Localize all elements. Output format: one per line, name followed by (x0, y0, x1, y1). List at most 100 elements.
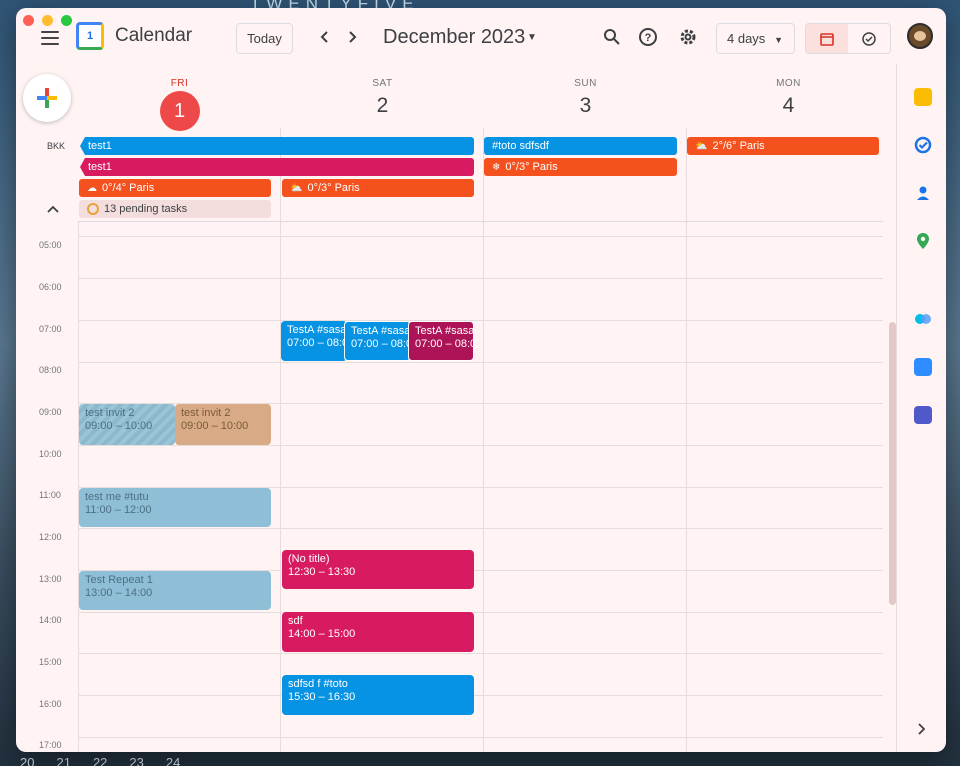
weather-event[interactable]: ❄ 0°/3° Paris (484, 158, 677, 176)
teams-icon[interactable] (914, 406, 932, 424)
collapse-all-day-button[interactable] (47, 204, 59, 216)
time-grid[interactable]: 05:00 06:00 07:00 08:00 09:00 10:00 11:0… (16, 222, 896, 752)
event-time: 07:00 – 08:00 (415, 338, 473, 350)
hour-line (78, 737, 883, 738)
event-time: 15:30 – 16:30 (288, 691, 356, 703)
all-day-event[interactable]: test1 (80, 137, 474, 155)
expand-side-panel-button[interactable] (917, 722, 927, 738)
caret-down-icon: ▼ (774, 35, 783, 45)
contacts-icon[interactable] (914, 184, 932, 202)
calendar-event[interactable]: (No title) 12:30 – 13:30 (282, 550, 474, 589)
calendar-event[interactable]: TestA #sasa 07:00 – 08:00 (281, 321, 347, 361)
webex-icon[interactable] (914, 310, 932, 328)
help-icon: ? (639, 28, 657, 46)
day-of-week: FRI (170, 78, 189, 89)
view-selector[interactable]: 4 days ▼ (716, 23, 795, 54)
desktop-number: 20 (20, 755, 35, 766)
account-avatar[interactable] (907, 23, 933, 49)
next-period-button[interactable] (342, 27, 362, 47)
calendar-event[interactable]: test me #tutu 11:00 – 12:00 (79, 488, 271, 527)
event-title: test invit 2 (85, 407, 135, 419)
calendar-logo-icon: 1 (76, 22, 104, 50)
tasks-icon[interactable] (914, 136, 932, 154)
weather-text: 2°/6° Paris (712, 140, 765, 152)
all-day-event[interactable]: test1 (80, 158, 474, 176)
desktop-number: 21 (56, 755, 71, 766)
day-header-fri[interactable]: FRI 1 (78, 78, 281, 131)
hour-line (78, 278, 883, 279)
main-menu-button[interactable] (41, 31, 59, 45)
calendar-icon (820, 32, 834, 46)
hour-label: 10:00 (39, 449, 62, 459)
search-button[interactable] (600, 25, 624, 49)
calendar-mode-button[interactable] (806, 24, 848, 53)
settings-button[interactable] (676, 25, 700, 49)
day-header-sun[interactable]: SUN 3 (484, 78, 687, 118)
grid-scrollbar[interactable] (889, 322, 896, 605)
tasks-mode-button[interactable] (848, 24, 890, 53)
top-bar: 1 Calendar Today December 2023 ▼ ? 4 day… (16, 8, 946, 64)
calendar-event[interactable]: TestA #sasa 07:00 – 08:00 (408, 321, 474, 361)
hour-line (78, 653, 883, 654)
event-title: TestA #sasa (415, 325, 474, 337)
hour-label: 11:00 (39, 490, 61, 500)
plus-icon (37, 88, 57, 108)
hour-label: 13:00 (39, 574, 62, 584)
all-day-event[interactable]: #toto sdfsdf (484, 137, 677, 155)
event-time: 13:00 – 14:00 (85, 587, 153, 599)
event-title: (No title) (288, 553, 330, 565)
event-time: 14:00 – 15:00 (288, 628, 356, 640)
calendar-event[interactable]: test invit 2 09:00 – 10:00 (79, 404, 175, 445)
weather-text: 0°/3° Paris (307, 182, 360, 194)
maps-icon[interactable] (914, 232, 932, 250)
event-title: sdf (288, 615, 303, 627)
day-number[interactable]: 1 (159, 91, 200, 131)
day-of-week: MON (776, 78, 801, 89)
hour-label: 16:00 (39, 699, 62, 709)
day-header-sat[interactable]: SAT 2 (281, 78, 484, 118)
caret-down-icon[interactable]: ▼ (527, 32, 537, 43)
create-event-button[interactable] (23, 74, 71, 122)
snowflake-icon: ❄ (492, 161, 501, 173)
event-title: #toto sdfsdf (492, 140, 549, 152)
previous-period-button[interactable] (315, 27, 335, 47)
event-title: TestA #sasa (287, 324, 347, 336)
chevron-left-icon (320, 31, 328, 43)
weather-event[interactable]: ☁ 0°/4° Paris (79, 179, 271, 197)
hour-line (78, 236, 883, 237)
weather-event[interactable]: ⛅ 0°/3° Paris (282, 179, 474, 197)
pending-tasks-text: 13 pending tasks (104, 203, 188, 215)
event-title: Test Repeat 1 (85, 574, 153, 586)
day-number[interactable]: 4 (687, 94, 890, 118)
hour-line (78, 612, 883, 613)
calendar-event[interactable]: sdf 14:00 – 15:00 (282, 612, 474, 652)
help-button[interactable]: ? (636, 25, 660, 49)
day-number[interactable]: 2 (281, 94, 484, 118)
event-time: 07:00 – 08:00 (287, 337, 347, 349)
event-time: 09:00 – 10:00 (85, 420, 153, 432)
calendar-event[interactable]: sdfsd f #toto 15:30 – 16:30 (282, 675, 474, 715)
hour-label: 09:00 (39, 407, 62, 417)
partly-cloudy-icon: ⛅ (695, 140, 708, 152)
event-title: sdfsd f #toto (288, 678, 348, 690)
day-header-mon[interactable]: MON 4 (687, 78, 890, 118)
hour-label: 15:00 (39, 657, 62, 667)
pending-task-icon (87, 203, 99, 215)
event-time: 09:00 – 10:00 (181, 420, 249, 432)
pending-tasks-chip[interactable]: 13 pending tasks (79, 200, 271, 218)
zoom-icon[interactable] (914, 358, 932, 376)
calendar-event[interactable]: Test Repeat 1 13:00 – 14:00 (79, 571, 271, 610)
calendar-event[interactable]: TestA #sasa 07:00 – 08:00 (344, 321, 411, 361)
chevron-right-icon (918, 723, 926, 735)
current-month-title[interactable]: December 2023 (383, 26, 525, 49)
hour-label: 08:00 (39, 365, 62, 375)
weather-event[interactable]: ⛅ 2°/6° Paris (687, 137, 879, 155)
gear-icon (680, 29, 696, 45)
desktop-number: 23 (129, 755, 144, 766)
day-number[interactable]: 3 (484, 94, 687, 118)
calendar-event[interactable]: test invit 2 09:00 – 10:00 (175, 404, 271, 445)
view-selector-label: 4 days (727, 31, 766, 46)
today-button[interactable]: Today (236, 23, 293, 54)
partly-cloudy-icon: ⛅ (290, 182, 303, 194)
keep-icon[interactable] (914, 88, 932, 106)
